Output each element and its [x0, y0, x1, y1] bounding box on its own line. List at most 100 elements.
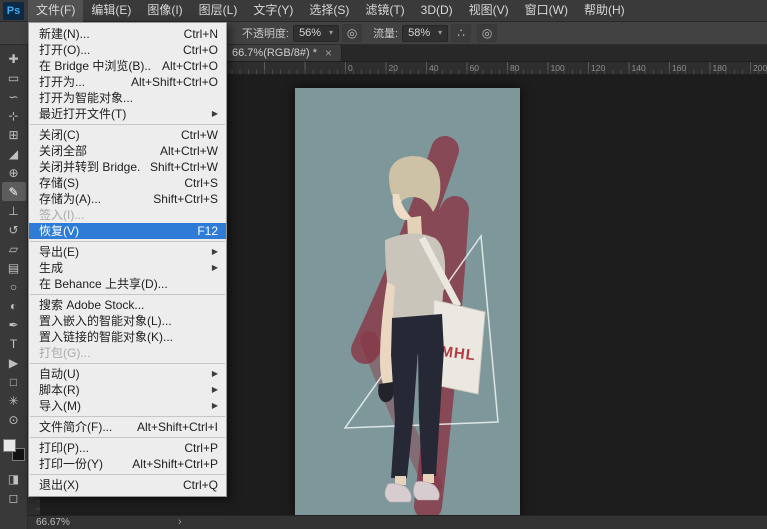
file-menu: 新建(N)...Ctrl+N打开(O)...Ctrl+O在 Bridge 中浏览… [28, 22, 227, 497]
flow-value: 58% [408, 27, 430, 39]
menubar-item[interactable]: 视图(V) [461, 0, 517, 22]
color-swatches[interactable] [3, 439, 25, 461]
file-menu-item[interactable]: 在 Bridge 中浏览(B)...Alt+Ctrl+O [29, 58, 226, 74]
ruler-label: 60 [467, 63, 479, 73]
menu-separator [30, 241, 225, 242]
file-menu-item[interactable]: 文件简介(F)...Alt+Shift+Ctrl+I [29, 419, 226, 435]
foreground-color-swatch[interactable] [3, 439, 16, 452]
menu-separator [30, 416, 225, 417]
ruler-label: 140 [629, 63, 646, 73]
file-menu-item[interactable]: 关闭并转到 Bridge... Shift+Ctrl+W [29, 159, 226, 175]
pen-pressure-size-icon[interactable]: ◎ [477, 24, 497, 42]
file-menu-item[interactable]: 打开为智能对象... [29, 90, 226, 106]
file-menu-item[interactable]: 关闭全部 Alt+Ctrl+W [29, 143, 226, 159]
eyedropper-tool-icon[interactable]: ◢ [2, 144, 26, 163]
menubar-item[interactable]: 3D(D) [413, 0, 461, 22]
blur-tool-icon[interactable]: ○ [2, 277, 26, 296]
menubar-item[interactable]: 文件(F) [28, 0, 83, 22]
toolbar: ✚▭∽⊹⊞◢⊕✎⊥↺▱▤○◐✒T▶□✳⊙ ◨ ◻ [0, 45, 28, 529]
submenu-arrow-icon: ▶ [212, 398, 218, 414]
healing-brush-tool-icon[interactable]: ⊕ [2, 163, 26, 182]
file-menu-item-shortcut: Alt+Shift+Ctrl+O [131, 74, 218, 90]
menubar-item[interactable]: 图像(I) [139, 0, 190, 22]
ruler-label: 120 [588, 63, 605, 73]
rectangular-marquee-tool-icon[interactable]: ▭ [2, 68, 26, 87]
file-menu-item[interactable]: 存储为(A)...Shift+Ctrl+S [29, 191, 226, 207]
opacity-value: 56% [299, 27, 321, 39]
screen-mode-icon[interactable]: ◻ [2, 488, 26, 507]
lasso-tool-icon[interactable]: ∽ [2, 87, 26, 106]
dodge-tool-icon[interactable]: ◐ [2, 296, 26, 315]
hand-tool-icon[interactable]: ✳ [2, 391, 26, 410]
file-menu-item[interactable]: 自动(U)▶ [29, 366, 226, 382]
ruler-label: 80 [507, 63, 519, 73]
menubar-item[interactable]: 图层(L) [191, 0, 246, 22]
file-menu-item-label: 打印一份(Y) [39, 456, 103, 472]
file-menu-item-label: 存储为(A)... [39, 191, 101, 207]
ruler-label: 40 [426, 63, 438, 73]
menubar-items: 文件(F)编辑(E)图像(I)图层(L)文字(Y)选择(S)滤镜(T)3D(D)… [28, 0, 633, 22]
brush-tool-icon[interactable]: ✎ [2, 182, 26, 201]
file-menu-item-label: 打开为... [39, 74, 85, 90]
eraser-tool-icon[interactable]: ▱ [2, 239, 26, 258]
file-menu-item-label: 在 Behance 上共享(D)... [39, 276, 168, 292]
status-expand-icon[interactable]: › [178, 517, 182, 528]
file-menu-item-shortcut: Shift+Ctrl+W [150, 159, 218, 175]
ruler-label: 180 [710, 63, 727, 73]
gradient-tool-icon[interactable]: ▤ [2, 258, 26, 277]
file-menu-item-label: 新建(N)... [39, 26, 90, 42]
file-menu-item[interactable]: 置入链接的智能对象(K)... [29, 329, 226, 345]
file-menu-item[interactable]: 打开(O)...Ctrl+O [29, 42, 226, 58]
menubar-item[interactable]: 帮助(H) [576, 0, 633, 22]
file-menu-item[interactable]: 打开为... Alt+Shift+Ctrl+O [29, 74, 226, 90]
submenu-arrow-icon: ▶ [212, 382, 218, 398]
menubar-item[interactable]: 文字(Y) [245, 0, 301, 22]
file-menu-item[interactable]: 导出(E)▶ [29, 244, 226, 260]
quick-mask-icon[interactable]: ◨ [2, 469, 26, 488]
file-menu-item[interactable]: 存储(S)Ctrl+S [29, 175, 226, 191]
file-menu-item-label: 关闭并转到 Bridge... [39, 159, 140, 175]
file-menu-item[interactable]: 恢复(V)F12 [29, 223, 226, 239]
tab-close-icon[interactable]: × [325, 47, 332, 59]
shape-tool-icon[interactable]: □ [2, 372, 26, 391]
file-menu-item[interactable]: 打印一份(Y)Alt+Shift+Ctrl+P [29, 456, 226, 472]
menubar-item[interactable]: 滤镜(T) [357, 0, 412, 22]
file-menu-item[interactable]: 生成▶ [29, 260, 226, 276]
pen-tool-icon[interactable]: ✒ [2, 315, 26, 334]
file-menu-item[interactable]: 新建(N)...Ctrl+N [29, 26, 226, 42]
menubar-item[interactable]: 编辑(E) [83, 0, 139, 22]
file-menu-item[interactable]: 导入(M)▶ [29, 398, 226, 414]
path-selection-tool-icon[interactable]: ▶ [2, 353, 26, 372]
zoom-tool-icon[interactable]: ⊙ [2, 410, 26, 429]
flow-dropdown[interactable]: 58% ▾ [402, 25, 448, 42]
file-menu-item[interactable]: 最近打开文件(T)▶ [29, 106, 226, 122]
file-menu-item[interactable]: 置入嵌入的智能对象(L)... [29, 313, 226, 329]
document-canvas[interactable]: MHL [295, 88, 520, 515]
menubar-item[interactable]: 选择(S) [301, 0, 357, 22]
opacity-dropdown[interactable]: 56% ▾ [293, 25, 339, 42]
menu-separator [30, 294, 225, 295]
crop-tool-icon[interactable]: ⊞ [2, 125, 26, 144]
zoom-level: 66.67% [28, 517, 178, 528]
file-menu-item-shortcut: Ctrl+P [184, 440, 218, 456]
quick-selection-tool-icon[interactable]: ⊹ [2, 106, 26, 125]
file-menu-item-label: 最近打开文件(T) [39, 106, 126, 122]
file-menu-item[interactable]: 搜索 Adobe Stock... [29, 297, 226, 313]
file-menu-item[interactable]: 打印(P)...Ctrl+P [29, 440, 226, 456]
ruler-label: 200 [750, 63, 767, 73]
file-menu-item[interactable]: 脚本(R)▶ [29, 382, 226, 398]
menubar-item[interactable]: 窗口(W) [517, 0, 576, 22]
file-menu-item-shortcut: Alt+Ctrl+W [160, 143, 218, 159]
pen-pressure-opacity-icon[interactable]: ◎ [342, 24, 362, 42]
clone-stamp-tool-icon[interactable]: ⊥ [2, 201, 26, 220]
type-tool-icon[interactable]: T [2, 334, 26, 353]
file-menu-item-shortcut: Ctrl+S [184, 175, 218, 191]
file-menu-item[interactable]: 在 Behance 上共享(D)... [29, 276, 226, 292]
move-tool-icon[interactable]: ✚ [2, 49, 26, 68]
history-brush-tool-icon[interactable]: ↺ [2, 220, 26, 239]
file-menu-item-label: 关闭全部 [39, 143, 87, 159]
file-menu-item[interactable]: 关闭(C)Ctrl+W [29, 127, 226, 143]
file-menu-item[interactable]: 退出(X)Ctrl+Q [29, 477, 226, 493]
airbrush-icon[interactable]: ∴ [451, 24, 471, 42]
file-menu-item-shortcut: Ctrl+Q [183, 477, 218, 493]
